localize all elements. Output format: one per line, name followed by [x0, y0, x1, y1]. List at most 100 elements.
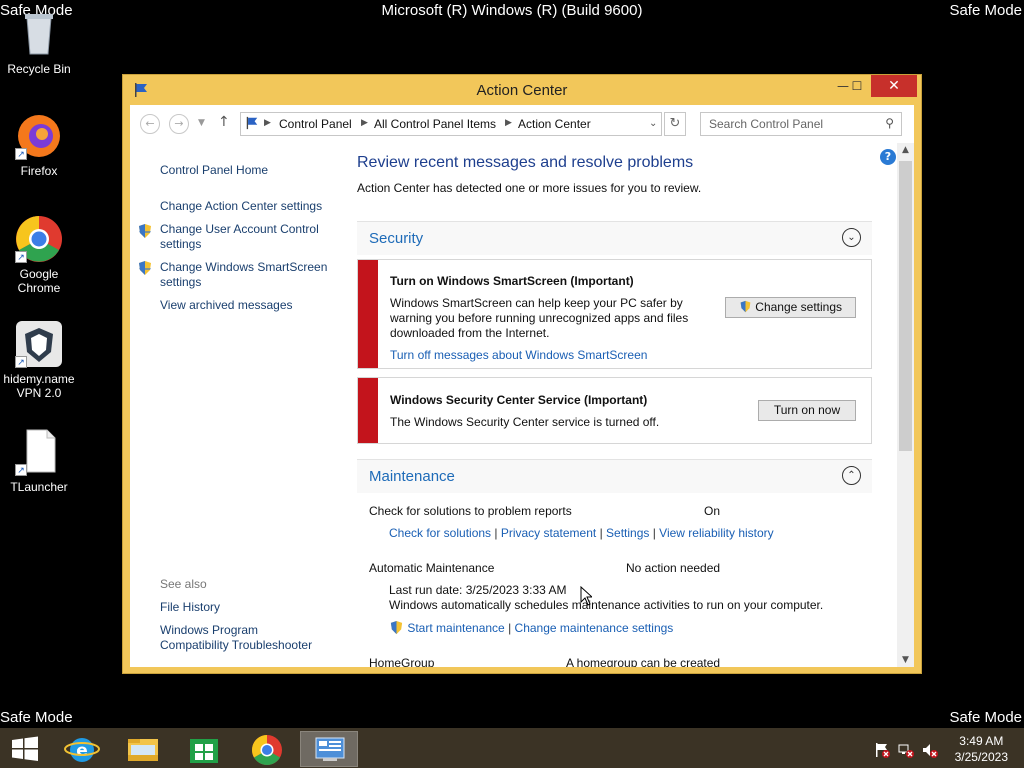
problem-reports-value: On: [704, 504, 721, 518]
desktop-icon-label: TLauncher: [10, 480, 68, 494]
security-center-alert: Windows Security Center Service (Importa…: [357, 377, 872, 444]
desktop-icon-tlauncher[interactable]: ↗ TLauncher: [0, 428, 78, 494]
desktop-icon-label: hidemy.name VPN 2.0: [3, 372, 75, 400]
see-also-heading: See also: [160, 577, 207, 591]
security-section-header[interactable]: Security ⌄: [357, 221, 872, 255]
search-input[interactable]: Search Control Panel ⚲: [700, 112, 902, 136]
action-center-window: Action Center — ☐ ✕ ← → ▼ ↑ ▶ Control Pa…: [122, 74, 922, 674]
compatibility-troubleshooter-link[interactable]: Windows Program Compatibility Troublesho…: [160, 623, 325, 653]
os-build-label: Microsoft (R) Windows (R) (Build 9600): [381, 2, 643, 19]
turn-on-now-button[interactable]: Turn on now: [758, 400, 856, 421]
left-pane: Control Panel Home Change Action Center …: [130, 143, 345, 667]
vertical-scrollbar[interactable]: ▲ ▼: [897, 143, 914, 667]
alert-text-line: The Windows Security Center service is t…: [390, 415, 660, 429]
change-settings-label: Change settings: [755, 300, 843, 314]
change-action-center-settings-link[interactable]: Change Action Center settings: [160, 199, 322, 214]
clock-date: 3/25/2023: [954, 750, 1008, 764]
change-maintenance-settings-link[interactable]: Change maintenance settings: [515, 621, 674, 635]
window-client-area: ← → ▼ ↑ ▶ Control Panel ▶ All Control Pa…: [130, 105, 914, 667]
maintenance-section-header[interactable]: Maintenance ⌃: [357, 459, 872, 493]
search-placeholder: Search Control Panel: [709, 117, 824, 131]
maintenance-description: Windows automatically schedules maintena…: [389, 598, 824, 612]
shortcut-arrow-icon: ↗: [15, 251, 27, 263]
taskbar-clock[interactable]: 3:49 AM 3/25/2023: [955, 733, 1008, 765]
desktop-icon-label: Firefox: [20, 164, 58, 178]
action-center-flag-alert-icon[interactable]: [874, 742, 890, 762]
control-panel-icon: [315, 737, 345, 761]
volume-muted-icon[interactable]: [922, 742, 938, 762]
recent-locations-chevron-icon[interactable]: ▼: [198, 118, 205, 128]
change-uac-settings-link[interactable]: Change User Account Control settings: [160, 222, 330, 252]
desktop-icon-label: Recycle Bin: [7, 62, 71, 76]
start-maintenance-link[interactable]: Start maintenance: [407, 621, 504, 635]
close-button[interactable]: ✕: [871, 75, 917, 97]
view-reliability-history-link[interactable]: View reliability history: [659, 526, 774, 540]
last-run-date: Last run date: 3/25/2023 3:33 AM: [389, 583, 567, 597]
breadcrumb-separator-icon: ▶: [505, 117, 512, 127]
settings-link[interactable]: Settings: [606, 526, 649, 540]
recycle-bin-icon: [15, 10, 63, 58]
file-explorer-taskbar-button[interactable]: [115, 731, 171, 767]
up-button[interactable]: ↑: [218, 114, 230, 130]
back-button[interactable]: ←: [140, 114, 160, 134]
forward-button[interactable]: →: [169, 114, 189, 134]
scrollbar-thumb[interactable]: [899, 161, 912, 451]
breadcrumb-control-panel[interactable]: Control Panel: [279, 117, 352, 131]
shortcut-arrow-icon: ↗: [15, 148, 27, 160]
problem-reports-label: Check for solutions to problem reports: [369, 504, 572, 518]
uac-shield-icon: [137, 223, 153, 242]
breadcrumb-separator-icon: ▶: [361, 117, 368, 127]
address-bar[interactable]: ▶ Control Panel ▶ All Control Panel Item…: [240, 112, 662, 136]
alert-severity-bar: [358, 378, 378, 443]
change-settings-button[interactable]: Change settings: [725, 297, 856, 318]
desktop-icon-chrome[interactable]: ↗ Google Chrome: [0, 215, 78, 295]
refresh-button[interactable]: ↻: [664, 112, 686, 136]
desktop-icon-firefox[interactable]: ↗ Firefox: [0, 112, 78, 178]
scroll-up-arrow-icon[interactable]: ▲: [897, 145, 914, 155]
desktop-icon-recycle-bin[interactable]: Recycle Bin: [0, 10, 78, 76]
turn-off-smartscreen-messages-link[interactable]: Turn off messages about Windows SmartScr…: [390, 348, 647, 363]
alert-title: Turn on Windows SmartScreen (Important): [390, 274, 634, 288]
scroll-down-arrow-icon[interactable]: ▼: [897, 655, 914, 665]
alert-text-line: warning you before running unrecognized …: [390, 311, 689, 325]
maintenance-section-label: Maintenance: [369, 468, 455, 485]
automatic-maintenance-label: Automatic Maintenance: [369, 561, 495, 575]
alert-text-line: downloaded from the Internet.: [390, 326, 550, 340]
title-bar[interactable]: Action Center — ☐ ✕: [123, 75, 921, 105]
chrome-icon: ↗: [15, 215, 63, 263]
breadcrumb-all-items[interactable]: All Control Panel Items: [374, 117, 496, 131]
internet-explorer-icon: e: [64, 738, 100, 762]
maximize-button[interactable]: ☐: [843, 75, 871, 97]
alert-severity-bar: [358, 260, 378, 368]
shortcut-arrow-icon: ↗: [15, 356, 27, 368]
address-dropdown-chevron-icon[interactable]: ⌄: [649, 118, 657, 129]
change-smartscreen-settings-link[interactable]: Change Windows SmartScreen settings: [160, 260, 335, 290]
breadcrumb-separator-icon: ▶: [264, 117, 271, 127]
action-center-taskbar-button[interactable]: [300, 731, 358, 767]
store-taskbar-button[interactable]: [176, 731, 232, 767]
alert-text-line: Windows SmartScreen can help keep your P…: [390, 296, 683, 310]
file-history-link[interactable]: File History: [160, 600, 220, 615]
maintenance-links: Check for solutions | Privacy statement …: [389, 526, 774, 540]
internet-explorer-taskbar-button[interactable]: e: [54, 731, 110, 767]
network-disconnected-icon[interactable]: [898, 742, 914, 762]
desktop-icon-vpn[interactable]: ↗ hidemy.name VPN 2.0: [0, 320, 78, 400]
page-subheading: Action Center has detected one or more i…: [357, 181, 702, 195]
chevron-up-icon[interactable]: ⌃: [842, 466, 861, 485]
firefox-icon: ↗: [15, 112, 63, 160]
chevron-down-icon[interactable]: ⌄: [842, 228, 861, 247]
mouse-cursor-icon: [580, 585, 594, 610]
privacy-statement-link[interactable]: Privacy statement: [501, 526, 596, 540]
uac-shield-icon: [389, 620, 404, 638]
check-for-solutions-link[interactable]: Check for solutions: [389, 526, 491, 540]
alert-title: Windows Security Center Service (Importa…: [390, 393, 648, 407]
maintenance-actions: Start maintenance | Change maintenance s…: [389, 620, 673, 638]
chrome-taskbar-button[interactable]: [239, 731, 295, 767]
view-archived-messages-link[interactable]: View archived messages: [160, 298, 293, 313]
file-icon: ↗: [15, 428, 63, 476]
clock-time: 3:49 AM: [959, 734, 1004, 748]
start-button[interactable]: [0, 731, 56, 767]
control-panel-home-link[interactable]: Control Panel Home: [160, 163, 268, 178]
breadcrumb-action-center[interactable]: Action Center: [518, 117, 591, 131]
search-icon: ⚲: [885, 116, 894, 130]
